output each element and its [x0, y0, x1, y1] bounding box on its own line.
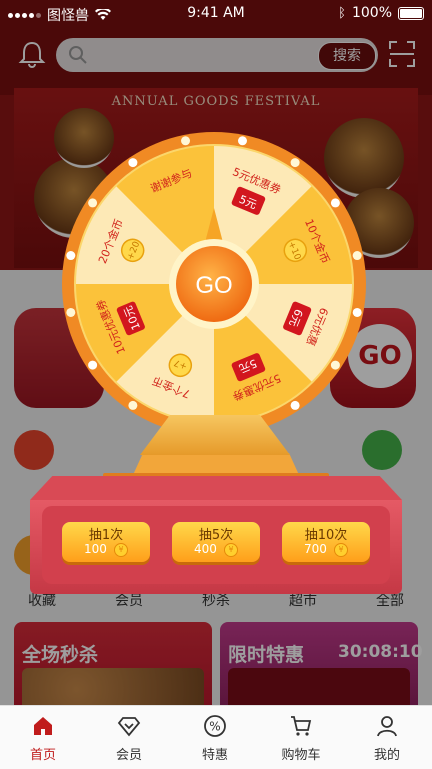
bluetooth-icon: ᛒ	[338, 5, 346, 21]
coin-icon: ¥	[114, 543, 128, 557]
wheel-light	[290, 400, 300, 410]
draw-ten-button[interactable]: 抽10次 700 ¥	[282, 522, 370, 562]
wheel-light	[88, 360, 98, 370]
tab-member[interactable]: 会员	[86, 714, 172, 763]
wheel-light	[290, 158, 300, 168]
wheel-light	[66, 251, 76, 261]
wheel-light	[330, 198, 340, 208]
draw-five-label: 抽5次	[198, 528, 234, 543]
battery-percent: 100%	[351, 5, 392, 21]
discount-icon: %	[204, 715, 226, 737]
draw-once-label: 抽1次	[88, 528, 124, 543]
coin-icon: ¥	[334, 543, 348, 557]
draw-five-button[interactable]: 抽5次 400 ¥	[172, 522, 260, 562]
tab-profile[interactable]: 我的	[344, 714, 430, 763]
draw-once-cost: 100	[84, 542, 107, 556]
wheel-light	[352, 307, 362, 317]
base-top	[30, 476, 402, 500]
wheel-light	[330, 360, 340, 370]
cart-icon	[291, 716, 312, 736]
draw-five-cost: 400	[194, 542, 217, 556]
svg-text:%: %	[209, 720, 220, 734]
wheel-light	[181, 136, 191, 146]
prize-wheel: 5元优惠券5元10个金币+106元优惠6元5元优惠券5元7个金币+710元优惠券…	[62, 132, 366, 436]
diamond-icon	[117, 717, 141, 737]
wheel-light	[66, 307, 76, 317]
tab-cart[interactable]: 购物车	[258, 714, 344, 763]
wheel-light	[88, 198, 98, 208]
wheel-light	[352, 251, 362, 261]
wheel-light	[128, 158, 138, 168]
draw-once-button[interactable]: 抽1次 100 ¥	[62, 522, 150, 562]
battery-icon	[398, 6, 424, 20]
tab-label: 首页	[29, 748, 56, 763]
tab-label: 会员	[115, 748, 142, 763]
tab-bar: 首页 会员 % 特惠 购物车 我的	[0, 705, 432, 769]
user-icon	[377, 716, 397, 737]
tab-label: 购物车	[281, 748, 321, 763]
tab-label: 我的	[373, 748, 400, 763]
go-button-label[interactable]: GO	[195, 272, 232, 299]
draw-ten-label: 抽10次	[304, 528, 348, 543]
coin-icon: ¥	[224, 543, 238, 557]
home-icon	[34, 717, 52, 735]
tab-home[interactable]: 首页	[0, 714, 86, 763]
wheel-light	[237, 136, 247, 146]
wheel-light	[128, 400, 138, 410]
tab-deals[interactable]: % 特惠	[172, 714, 258, 763]
status-bar: 图怪兽 9:41 AM ᛒ 100%	[0, 0, 432, 28]
draw-ten-cost: 700	[304, 542, 327, 556]
tab-label: 特惠	[201, 748, 228, 763]
